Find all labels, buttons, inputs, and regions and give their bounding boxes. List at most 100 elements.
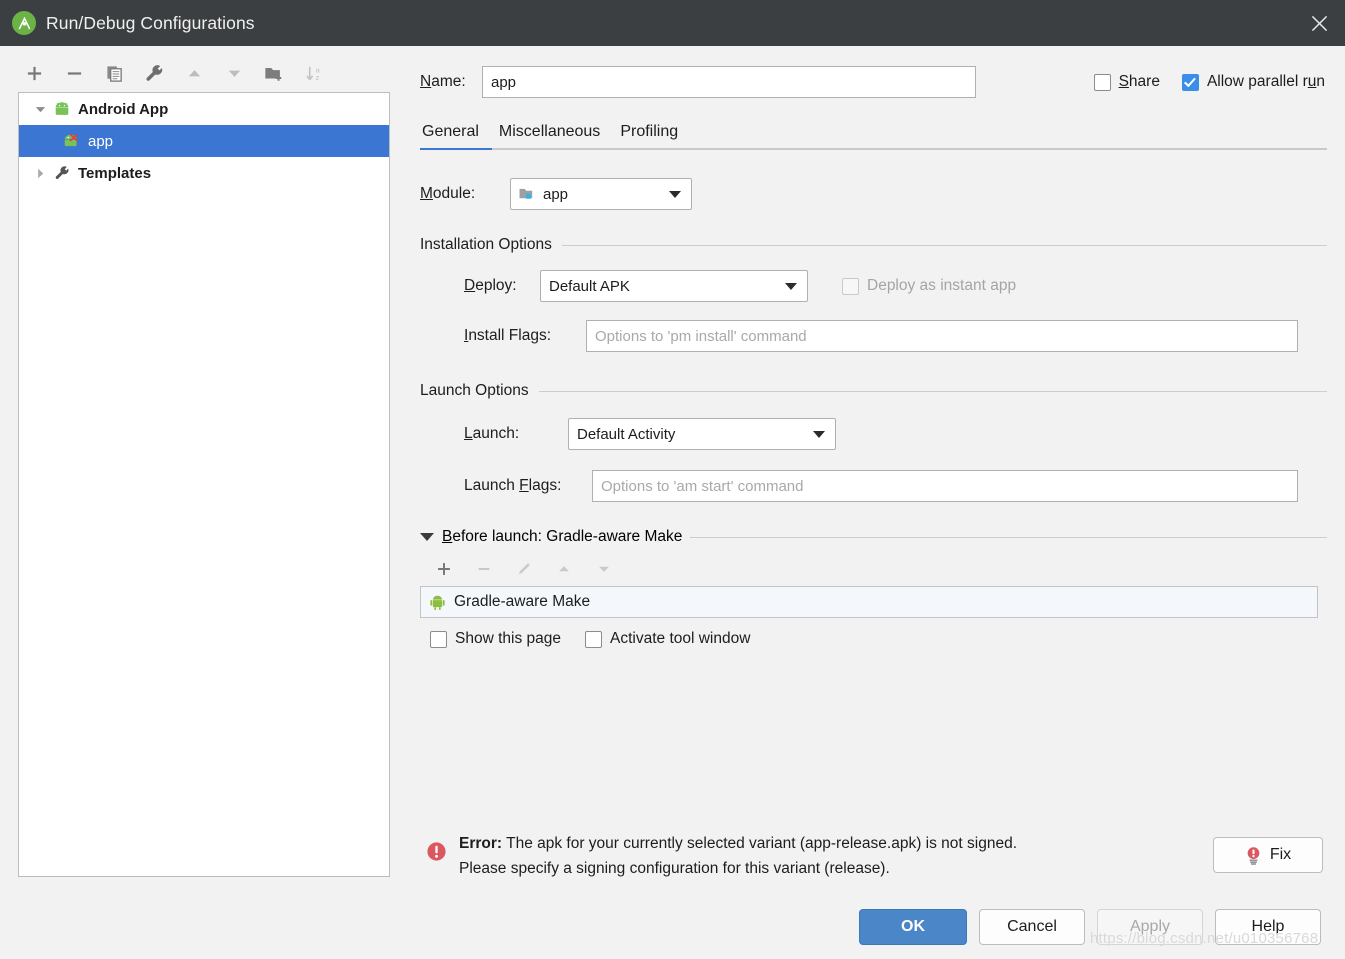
before-launch-task-label: Gradle-aware Make: [454, 593, 591, 610]
share-label: Share: [1118, 73, 1160, 90]
launch-combobox[interactable]: Default Activity: [568, 418, 836, 450]
checkbox-box: [430, 630, 447, 648]
run-debug-configurations-dialog: Run/Debug Configurations a z Android App…: [0, 0, 1345, 959]
installation-options-title: Installation Options: [420, 236, 552, 253]
module-combobox[interactable]: app: [510, 178, 692, 210]
cancel-button[interactable]: Cancel: [979, 909, 1085, 945]
allow-parallel-run-checkbox[interactable]: Allow parallel run: [1181, 73, 1325, 91]
help-button[interactable]: Help: [1215, 909, 1321, 945]
tab-general[interactable]: General: [420, 123, 481, 148]
deploy-as-instant-app-checkbox: Deploy as instant app: [842, 277, 1016, 295]
collapse-triangle-icon[interactable]: [420, 533, 434, 541]
svg-text:z: z: [315, 73, 319, 82]
deploy-value: Default APK: [549, 277, 630, 295]
configurations-tree[interactable]: Android App app Templates: [18, 92, 390, 877]
tabs-underline: [420, 148, 1327, 150]
before-launch-options: Show this page Activate tool window: [420, 630, 1327, 648]
deploy-row: Deploy: Default APK Deploy as instant ap…: [420, 270, 1327, 302]
share-checkbox[interactable]: Share: [1093, 73, 1160, 91]
before-launch-title: BBefore launch: Gradle-aware Makeefore l…: [442, 528, 683, 545]
window-title: Run/Debug Configurations: [46, 12, 255, 33]
error-prefix: Error:: [459, 835, 503, 852]
name-input[interactable]: [482, 66, 976, 98]
error-line-2: Please specify a signing configuration f…: [459, 860, 890, 877]
name-row: Name: Share Allow parallel run: [420, 66, 1327, 98]
configurations-toolbar: a z: [0, 54, 408, 92]
tree-node-app[interactable]: app: [19, 125, 389, 157]
group-divider: [538, 390, 1327, 392]
show-this-page-checkbox[interactable]: Show this page: [430, 630, 561, 648]
tab-miscellaneous[interactable]: Miscellaneous: [497, 123, 602, 148]
remove-configuration-button[interactable]: [62, 61, 86, 85]
launch-flags-label: Launch Flags:: [464, 477, 562, 494]
title-bar: Run/Debug Configurations: [0, 0, 1345, 46]
android-icon: [51, 102, 73, 116]
ok-button[interactable]: OK: [859, 909, 967, 945]
activate-tool-window-label: Activate tool window: [610, 630, 751, 647]
activate-tool-window-checkbox[interactable]: Activate tool window: [585, 630, 750, 648]
launch-flags-row: Launch Flags:: [420, 470, 1327, 502]
lightbulb-error-icon: [1245, 846, 1262, 865]
general-tab-content: Module: app Installation Options Deploy:…: [420, 150, 1327, 648]
launch-flags-input[interactable]: [592, 470, 1298, 502]
fix-button[interactable]: Fix: [1213, 837, 1323, 873]
checkbox-box: [1093, 73, 1111, 91]
checkbox-box: [585, 630, 602, 648]
wrench-icon: [51, 165, 73, 182]
launch-options-title: Launch Options: [420, 382, 529, 399]
configuration-editor-panel: Name: Share Allow parallel run General M…: [408, 46, 1345, 895]
deploy-combobox[interactable]: Default APK: [540, 270, 808, 302]
tree-node-android-app[interactable]: Android App: [19, 93, 389, 125]
arrow-up-icon: [552, 557, 576, 581]
allow-parallel-run-label: Allow parallel run: [1206, 73, 1325, 90]
configurations-panel: a z Android App app Templates: [0, 46, 408, 895]
tree-node-label: app: [88, 132, 114, 150]
before-launch-add-button[interactable]: [432, 557, 456, 581]
chevron-down-icon: [785, 282, 797, 290]
android-icon: [430, 594, 445, 610]
android-error-icon: [61, 133, 83, 149]
before-launch-remove-button: [472, 557, 496, 581]
group-divider: [690, 536, 1327, 538]
pencil-icon: [512, 557, 536, 581]
copy-icon[interactable]: [102, 61, 126, 85]
launch-row: Launch: Default Activity: [420, 418, 1327, 450]
error-line-1: The apk for your currently selected vari…: [502, 835, 1017, 852]
installation-options-group: Installation Options: [420, 236, 1327, 254]
wrench-icon[interactable]: [142, 61, 166, 85]
module-value: app: [543, 185, 569, 203]
editor-tabs: General Miscellaneous Profiling: [420, 116, 1327, 148]
folder-add-icon[interactable]: [262, 61, 286, 85]
tree-node-templates[interactable]: Templates: [19, 157, 389, 189]
deploy-label: Deploy:: [464, 277, 517, 294]
close-icon[interactable]: [1293, 0, 1345, 46]
chevron-down-icon[interactable]: [29, 103, 51, 116]
arrow-down-icon: [222, 61, 246, 85]
before-launch-header: BBefore launch: Gradle-aware Makeefore l…: [420, 528, 1327, 546]
error-circle-icon: [426, 841, 447, 867]
fix-button-label: Fix: [1269, 846, 1292, 863]
before-launch-toolbar: [420, 552, 1327, 586]
android-studio-logo-icon: [12, 11, 36, 35]
group-divider: [561, 244, 1327, 246]
tab-profiling[interactable]: Profiling: [618, 123, 680, 148]
launch-value: Default Activity: [577, 425, 676, 443]
launch-label: Launch:: [464, 425, 520, 442]
arrow-up-icon: [182, 61, 206, 85]
module-label: Module:: [420, 185, 476, 202]
module-row: Module: app: [420, 178, 1327, 210]
apply-button: Apply: [1097, 909, 1203, 945]
tree-node-label: Android App: [78, 100, 169, 118]
name-row-options: Share Allow parallel run: [1093, 73, 1327, 91]
add-configuration-button[interactable]: [22, 61, 46, 85]
chevron-right-icon[interactable]: [29, 167, 51, 180]
checkbox-box: [842, 277, 859, 295]
chevron-down-icon: [669, 190, 681, 198]
install-flags-label: Install Flags:: [464, 327, 552, 344]
before-launch-task-row[interactable]: Gradle-aware Make: [420, 586, 1318, 618]
dialog-footer: OK Cancel Apply Help: [0, 895, 1345, 959]
error-message: Error: The apk for your currently select…: [459, 831, 1201, 881]
error-banner: Error: The apk for your currently select…: [420, 831, 1327, 881]
install-flags-input[interactable]: [586, 320, 1298, 352]
checkbox-box: [1181, 73, 1199, 91]
